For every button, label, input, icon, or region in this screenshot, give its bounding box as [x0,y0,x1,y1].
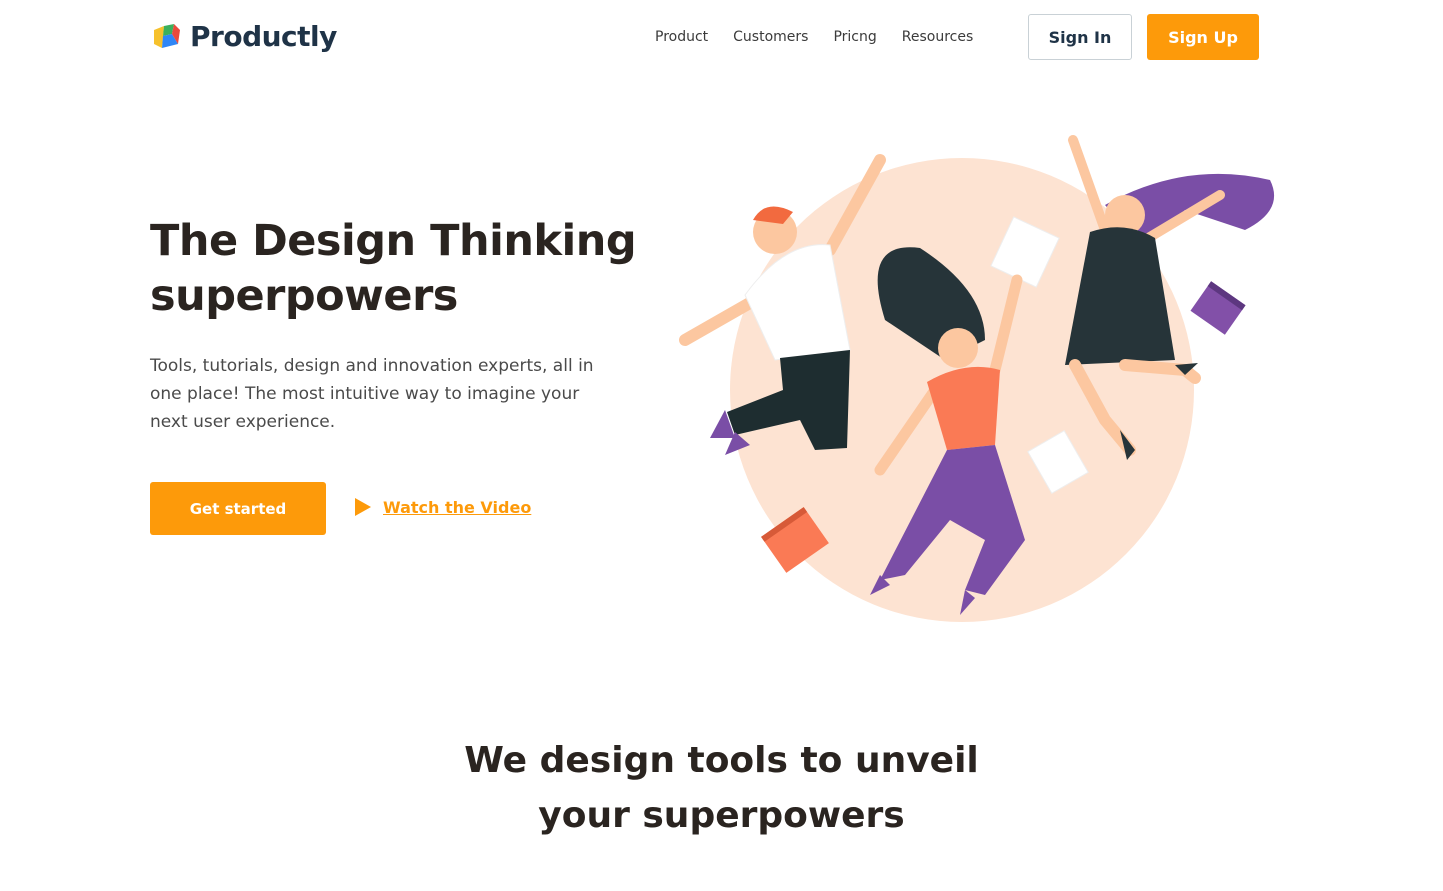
hero-subtitle: Tools, tutorials, design and innovation … [150,356,594,432]
section-title: We design tools to unveil your superpowe… [0,733,1443,843]
landing-page: Productly Product Customers Pricng Resou… [0,0,1443,891]
nav-link-customers[interactable]: Customers [733,29,808,45]
hero-title-line1: The Design Thinking [150,216,637,266]
hero-title: The Design Thinking superpowers [150,214,670,324]
watch-video-link[interactable]: Watch the Video [355,496,531,518]
nav-link-product[interactable]: Product [655,29,708,45]
productly-logo-icon [154,24,180,48]
section-title-line2: your superpowers [538,795,905,836]
nav-link-resources[interactable]: Resources [902,29,974,45]
sign-in-button[interactable]: Sign In [1028,14,1132,60]
main-nav: Product Customers Pricng Resources [655,28,973,46]
play-icon [355,498,371,516]
sign-up-button[interactable]: Sign Up [1147,14,1259,60]
section-title-line1: We design tools to unveil [464,740,979,781]
book-icon [1190,281,1246,335]
get-started-button[interactable]: Get started [150,482,326,535]
logo[interactable]: Productly [150,17,337,55]
brand-name: Productly [190,19,337,53]
jumping-people-illustration [679,135,1275,622]
nav-link-pricing[interactable]: Pricng [833,29,876,45]
watch-video-label: Watch the Video [383,497,532,517]
hero-title-line2: superpowers [150,271,458,321]
